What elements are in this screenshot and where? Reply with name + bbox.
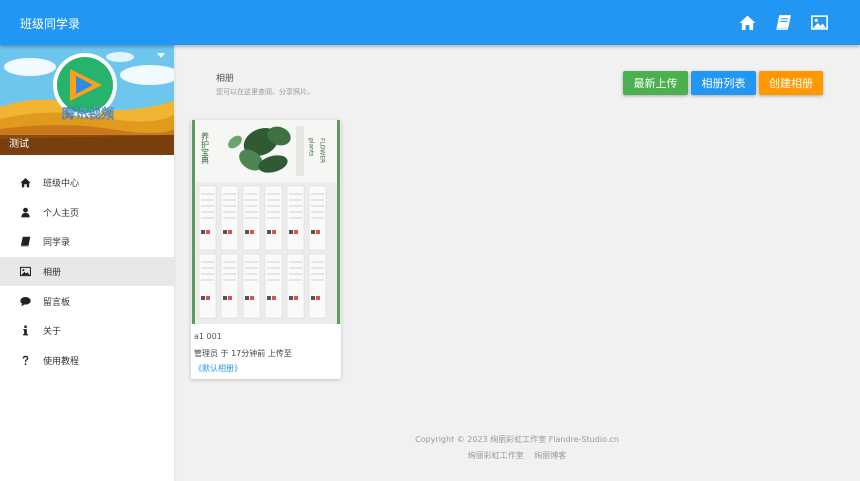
sidebar-item-album[interactable]: 相册 — [0, 256, 174, 287]
sidebar-item-label: 班级中心 — [43, 179, 80, 190]
sidebar: 腾讯视频 测试 班级中心 个人主页 同学录 相册 留言板 关于 使用教程 — [0, 45, 174, 481]
create-album-button[interactable]: 创建相册 — [759, 71, 823, 95]
image-icon[interactable] — [811, 14, 828, 31]
info-icon — [19, 325, 31, 337]
class-cover-image[interactable]: 腾讯视频 测试 — [0, 45, 174, 155]
sidebar-item-label: 使用教程 — [43, 356, 80, 367]
sidebar-item-guestbook[interactable]: 留言板 — [0, 286, 174, 316]
sidebar-item-about[interactable]: 关于 — [0, 316, 174, 346]
app-title[interactable]: 班级同学录 — [20, 15, 80, 32]
question-icon — [19, 354, 31, 366]
sidebar-item-label: 留言板 — [43, 297, 71, 308]
photo-text-1: 养护宝典 — [201, 131, 210, 165]
main-content: 相册 您可以在这里查阅、分享照片。 最新上传 相册列表 创建相册 养护宝典 pl… — [174, 45, 860, 481]
user-icon — [19, 206, 31, 218]
photo-text-3: plants — [308, 138, 315, 156]
home-icon — [19, 177, 31, 189]
sidebar-item-label: 相册 — [43, 268, 62, 279]
footer-link-studio[interactable]: 绚丽彩虹工作室 — [468, 451, 524, 460]
page-subtitle: 您可以在这里查阅、分享照片。 — [216, 88, 314, 96]
comment-icon — [19, 295, 31, 307]
top-app-bar: 班级同学录 — [0, 0, 860, 45]
book-icon — [19, 236, 31, 248]
photo-thumbnail[interactable]: 养护宝典 plants FLOWER — [191, 120, 341, 324]
top-icon-group — [739, 14, 828, 31]
sidebar-item-label: 同学录 — [43, 238, 71, 249]
photo-upload-info: 管理员 于 17分钟前 上传至 — [194, 349, 292, 358]
sidebar-nav: 班级中心 个人主页 同学录 相册 留言板 关于 使用教程 — [0, 168, 174, 375]
footer-link-blog[interactable]: 绚丽博客 — [534, 451, 566, 460]
sidebar-item-classmates[interactable]: 同学录 — [0, 227, 174, 257]
sidebar-item-label: 个人主页 — [43, 208, 80, 219]
cover-logo-text: 腾讯视频 — [62, 106, 114, 122]
footer-copyright: Copyright © 2023 绚丽彩虹工作室 Flandre-Studio.… — [415, 435, 619, 444]
sidebar-item-profile[interactable]: 个人主页 — [0, 198, 174, 228]
sidebar-item-label: 关于 — [43, 327, 62, 338]
image-icon — [19, 266, 31, 278]
chevron-down-icon[interactable] — [157, 53, 165, 58]
photo-title: a1 001 — [194, 332, 222, 341]
home-icon[interactable] — [739, 14, 756, 31]
album-list-button[interactable]: 相册列表 — [691, 71, 756, 95]
sidebar-item-class-center[interactable]: 班级中心 — [0, 168, 174, 198]
photo-card[interactable]: 养护宝典 plants FLOWER a1 001 管理员 于 17分钟前 上传… — [191, 120, 341, 379]
footer-links: 绚丽彩虹工作室 绚丽博客 — [174, 450, 860, 461]
page-title: 相册 — [216, 74, 235, 84]
photo-text-2: FLOWER — [319, 138, 326, 163]
class-name: 测试 — [0, 135, 174, 155]
sidebar-item-tutorial[interactable]: 使用教程 — [0, 346, 174, 376]
book-icon[interactable] — [775, 14, 792, 31]
photo-album-link[interactable]: 《默认相册》 — [194, 363, 242, 374]
latest-uploads-button[interactable]: 最新上传 — [623, 71, 688, 95]
